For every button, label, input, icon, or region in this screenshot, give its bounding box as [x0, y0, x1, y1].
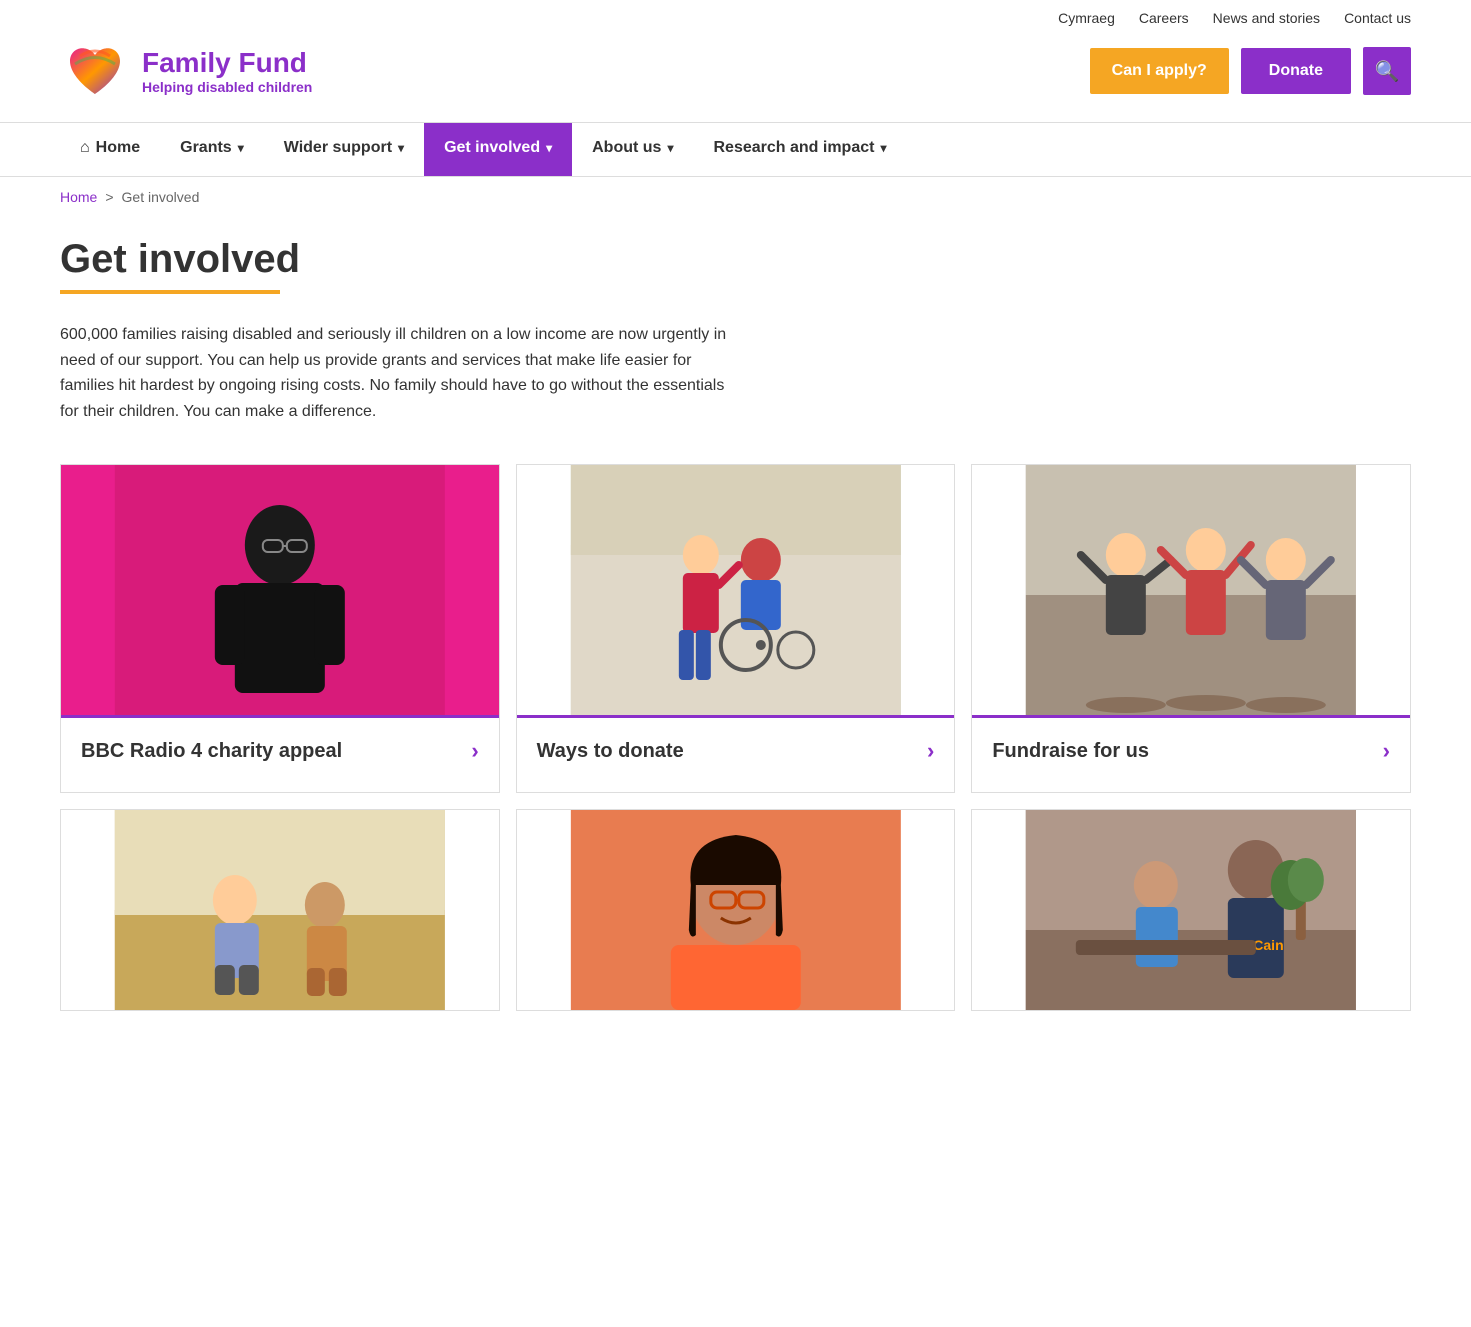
card-ways-to-donate[interactable]: Ways to donate ›: [516, 464, 956, 793]
card-bbc-radio-body: BBC Radio 4 charity appeal ›: [61, 715, 499, 792]
can-apply-button[interactable]: Can I apply?: [1090, 48, 1229, 94]
about-us-chevron: ▾: [667, 141, 673, 155]
card-ways-to-donate-arrow: ›: [927, 738, 934, 764]
card-bbc-radio-title: BBC Radio 4 charity appeal: [81, 738, 342, 764]
logo-icon: [60, 36, 130, 106]
title-underline: [60, 290, 280, 294]
breadcrumb-current: Get involved: [122, 189, 200, 205]
page-content: Get involved 600,000 families raising di…: [0, 217, 1471, 1051]
logo-text: Family Fund Helping disabled children: [142, 47, 312, 95]
donate-button[interactable]: Donate: [1241, 48, 1351, 94]
card-ways-to-donate-body: Ways to donate ›: [517, 715, 955, 792]
cards-grid-row1: BBC Radio 4 charity appeal ›: [60, 464, 1411, 793]
cards-grid-row2: McCain: [60, 809, 1411, 1011]
grants-chevron: ▾: [238, 141, 244, 155]
card-fundraise-image: [972, 465, 1410, 715]
card-fundraise[interactable]: Fundraise for us ›: [971, 464, 1411, 793]
card-ways-to-donate-image: [517, 465, 955, 715]
card-bbc-radio[interactable]: BBC Radio 4 charity appeal ›: [60, 464, 500, 793]
site-title: Family Fund: [142, 47, 312, 79]
home-icon: ⌂: [80, 139, 90, 157]
nav-get-involved[interactable]: Get involved ▾: [424, 123, 572, 176]
main-nav: ⌂ Home Grants ▾ Wider support ▾ Get invo…: [0, 122, 1471, 177]
search-icon: 🔍: [1375, 59, 1400, 84]
nav-news-stories[interactable]: News and stories: [1213, 10, 1320, 26]
nav-careers[interactable]: Careers: [1139, 10, 1189, 26]
logo-area: Family Fund Helping disabled children: [60, 36, 312, 106]
breadcrumb-home[interactable]: Home: [60, 189, 97, 205]
card-fundraise-arrow: ›: [1383, 738, 1390, 764]
card-mccain[interactable]: McCain: [971, 809, 1411, 1011]
nav-home[interactable]: ⌂ Home: [60, 123, 160, 176]
get-involved-chevron: ▾: [546, 141, 552, 155]
nav-research-impact[interactable]: Research and impact ▾: [693, 123, 906, 176]
nav-contact[interactable]: Contact us: [1344, 10, 1411, 26]
card-woman[interactable]: [516, 809, 956, 1011]
card-bbc-radio-arrow: ›: [471, 738, 478, 764]
breadcrumb-separator: >: [105, 189, 113, 205]
header-actions: Can I apply? Donate 🔍: [1090, 47, 1411, 95]
card-woman-image: [517, 810, 955, 1010]
wider-support-chevron: ▾: [398, 141, 404, 155]
page-description: 600,000 families raising disabled and se…: [60, 322, 740, 424]
card-mccain-image: McCain: [972, 810, 1410, 1010]
card-fundraise-title: Fundraise for us: [992, 738, 1149, 764]
search-button[interactable]: 🔍: [1363, 47, 1411, 95]
card-kids-outdoors-image: [61, 810, 499, 1010]
card-bbc-radio-image: [61, 465, 499, 715]
card-kids-outdoors[interactable]: [60, 809, 500, 1011]
breadcrumb: Home > Get involved: [0, 177, 1471, 217]
page-title: Get involved: [60, 237, 1411, 282]
header: Family Fund Helping disabled children Ca…: [0, 36, 1471, 122]
nav-cymraeg[interactable]: Cymraeg: [1058, 10, 1115, 26]
site-subtitle: Helping disabled children: [142, 79, 312, 95]
nav-about-us[interactable]: About us ▾: [572, 123, 693, 176]
nav-wider-support[interactable]: Wider support ▾: [264, 123, 424, 176]
card-fundraise-body: Fundraise for us ›: [972, 715, 1410, 792]
top-bar: Cymraeg Careers News and stories Contact…: [0, 0, 1471, 36]
card-ways-to-donate-title: Ways to donate: [537, 738, 684, 764]
research-impact-chevron: ▾: [880, 141, 886, 155]
nav-grants[interactable]: Grants ▾: [160, 123, 264, 176]
